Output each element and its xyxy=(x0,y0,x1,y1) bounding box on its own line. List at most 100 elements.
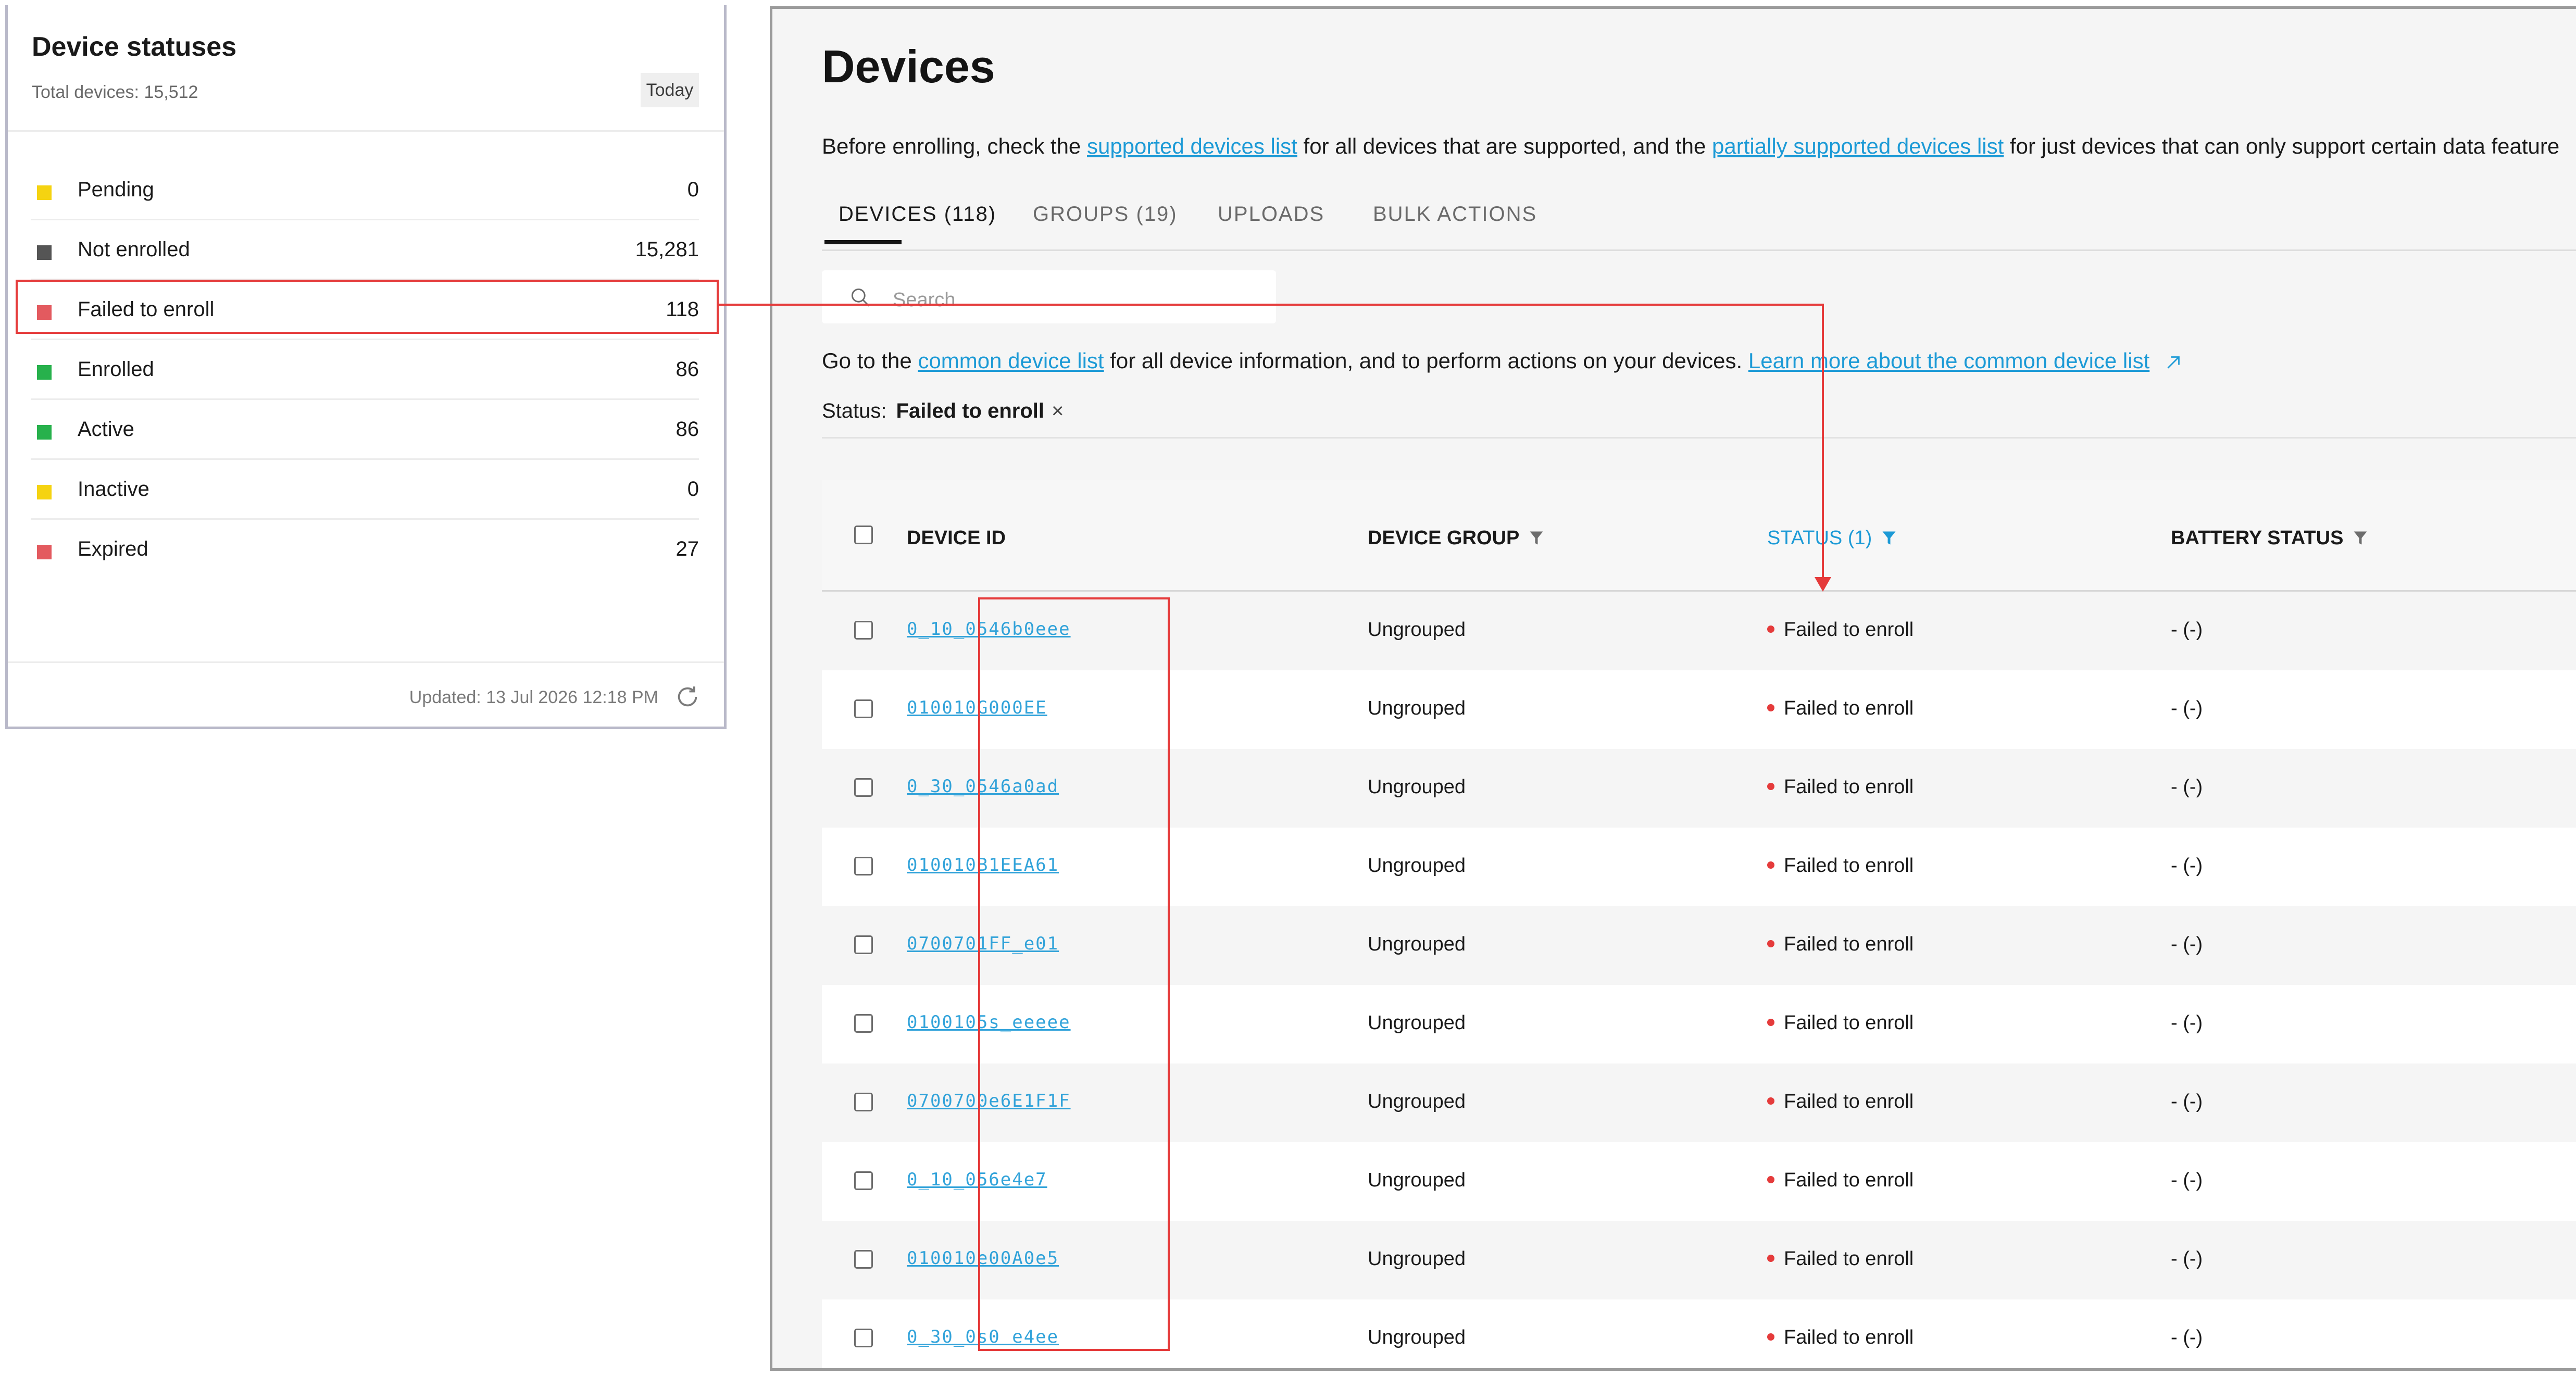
status-dot-icon xyxy=(1767,1097,1774,1105)
device-status: Failed to enroll xyxy=(1767,619,1914,641)
device-group: Ungrouped xyxy=(1368,933,1466,955)
status-dot-icon xyxy=(1767,1333,1774,1341)
status-text: Failed to enroll xyxy=(1784,855,1914,877)
filter-icon[interactable] xyxy=(1529,530,1544,546)
device-status: Failed to enroll xyxy=(1767,855,1914,877)
total-devices-label: Total devices: 15,512 xyxy=(32,82,198,102)
column-device-id[interactable]: DEVICE ID xyxy=(907,527,1006,549)
row-checkbox[interactable] xyxy=(854,857,873,875)
device-status: Failed to enroll xyxy=(1767,1327,1914,1349)
status-swatch xyxy=(37,365,52,380)
status-label: Expired xyxy=(78,537,148,560)
device-group: Ungrouped xyxy=(1368,1169,1466,1191)
device-group: Ungrouped xyxy=(1368,1327,1466,1348)
row-checkbox[interactable] xyxy=(854,1093,873,1111)
column-device-group[interactable]: DEVICE GROUP xyxy=(1368,527,1544,549)
status-row-not-enrolled[interactable]: Not enrolled 15,281 xyxy=(31,220,699,280)
battery-status: - (-) xyxy=(2171,855,2203,877)
status-label: Inactive xyxy=(78,478,149,501)
search-input[interactable]: Search xyxy=(822,270,1276,323)
status-dot-icon xyxy=(1767,626,1774,633)
status-text: Failed to enroll xyxy=(1784,1169,1914,1191)
status-label: Enrolled xyxy=(78,358,154,381)
row-checkbox[interactable] xyxy=(854,778,873,797)
filter-label: Status: xyxy=(822,399,887,422)
status-column-highlight xyxy=(978,597,1170,1351)
learn-more-link[interactable]: Learn more about the common device list xyxy=(1748,348,2149,373)
divider xyxy=(8,130,724,132)
device-group: Ungrouped xyxy=(1368,697,1466,719)
intro-suffix: for just devices that can only support c… xyxy=(2004,134,2560,158)
partially-supported-devices-link[interactable]: partially supported devices list xyxy=(1712,134,2004,158)
status-row-expired[interactable]: Expired 27 xyxy=(31,520,699,578)
search-icon xyxy=(851,288,870,307)
status-count: 0 xyxy=(687,178,699,201)
filter-icon[interactable] xyxy=(1881,530,1897,546)
close-icon[interactable]: × xyxy=(1052,399,1064,423)
column-label: DEVICE GROUP xyxy=(1368,527,1520,549)
select-all-checkbox[interactable] xyxy=(854,526,873,544)
status-label: Not enrolled xyxy=(78,238,190,261)
status-swatch xyxy=(37,185,52,200)
device-status: Failed to enroll xyxy=(1767,1012,1914,1034)
row-checkbox[interactable] xyxy=(854,935,873,954)
status-text: Failed to enroll xyxy=(1784,1091,1914,1112)
tab-devices[interactable]: DEVICES (118) xyxy=(839,203,996,226)
battery-status: - (-) xyxy=(2171,1012,2203,1034)
status-count: 0 xyxy=(687,478,699,501)
battery-status: - (-) xyxy=(2171,619,2203,641)
refresh-icon[interactable] xyxy=(673,682,702,711)
status-list: Pending 0 Not enrolled 15,281 Failed to … xyxy=(31,160,699,578)
device-status: Failed to enroll xyxy=(1767,697,1914,720)
column-status[interactable]: STATUS (1) xyxy=(1767,527,1897,549)
device-group: Ungrouped xyxy=(1368,619,1466,641)
status-dot-icon xyxy=(1767,1176,1774,1183)
status-swatch xyxy=(37,245,52,260)
battery-status: - (-) xyxy=(2171,933,2203,955)
divider xyxy=(8,661,724,663)
status-text: Failed to enroll xyxy=(1784,1012,1914,1034)
status-count: 86 xyxy=(676,418,699,441)
status-dot-icon xyxy=(1767,861,1774,869)
status-label: Active xyxy=(78,418,134,441)
status-row-inactive[interactable]: Inactive 0 xyxy=(31,460,699,520)
status-row-enrolled[interactable]: Enrolled 86 xyxy=(31,340,699,400)
tab-groups[interactable]: GROUPS (19) xyxy=(1033,203,1178,226)
device-group: Ungrouped xyxy=(1368,1012,1466,1034)
active-filter: Status: Failed to enroll × xyxy=(822,399,1064,423)
status-swatch xyxy=(37,545,52,559)
status-swatch xyxy=(37,425,52,440)
device-status: Failed to enroll xyxy=(1767,1169,1914,1192)
status-row-active[interactable]: Active 86 xyxy=(31,400,699,460)
row-checkbox[interactable] xyxy=(854,1250,873,1269)
column-label: STATUS (1) xyxy=(1767,527,1872,549)
battery-status: - (-) xyxy=(2171,697,2203,719)
status-text: Failed to enroll xyxy=(1784,619,1914,641)
device-status: Failed to enroll xyxy=(1767,776,1914,798)
status-row-pending[interactable]: Pending 0 xyxy=(31,160,699,220)
row-checkbox[interactable] xyxy=(854,1014,873,1033)
status-count: 27 xyxy=(676,537,699,560)
column-label: BATTERY STATUS xyxy=(2171,527,2344,549)
row-checkbox[interactable] xyxy=(854,621,873,640)
info-prefix: Go to the xyxy=(822,348,918,373)
column-battery-status[interactable]: BATTERY STATUS xyxy=(2171,527,2368,549)
status-dot-icon xyxy=(1767,1255,1774,1262)
filter-icon[interactable] xyxy=(2353,530,2368,546)
device-status: Failed to enroll xyxy=(1767,1248,1914,1270)
row-checkbox[interactable] xyxy=(854,699,873,718)
external-link-icon[interactable] xyxy=(2164,353,2183,372)
period-dropdown[interactable]: Today xyxy=(641,73,699,107)
common-device-list-link[interactable]: common device list xyxy=(918,348,1104,373)
tab-uploads[interactable]: UPLOADS xyxy=(1218,203,1324,226)
supported-devices-link[interactable]: supported devices list xyxy=(1087,134,1297,158)
device-statuses-card: Device statuses Total devices: 15,512 To… xyxy=(5,5,727,729)
battery-status: - (-) xyxy=(2171,1169,2203,1191)
row-checkbox[interactable] xyxy=(854,1329,873,1347)
tab-bulk-actions[interactable]: BULK ACTIONS xyxy=(1373,203,1537,226)
info-middle: for all device information, and to perfo… xyxy=(1104,348,1748,373)
status-dot-icon xyxy=(1767,783,1774,790)
status-count: 15,281 xyxy=(635,238,699,261)
row-checkbox[interactable] xyxy=(854,1171,873,1190)
status-count: 86 xyxy=(676,358,699,381)
